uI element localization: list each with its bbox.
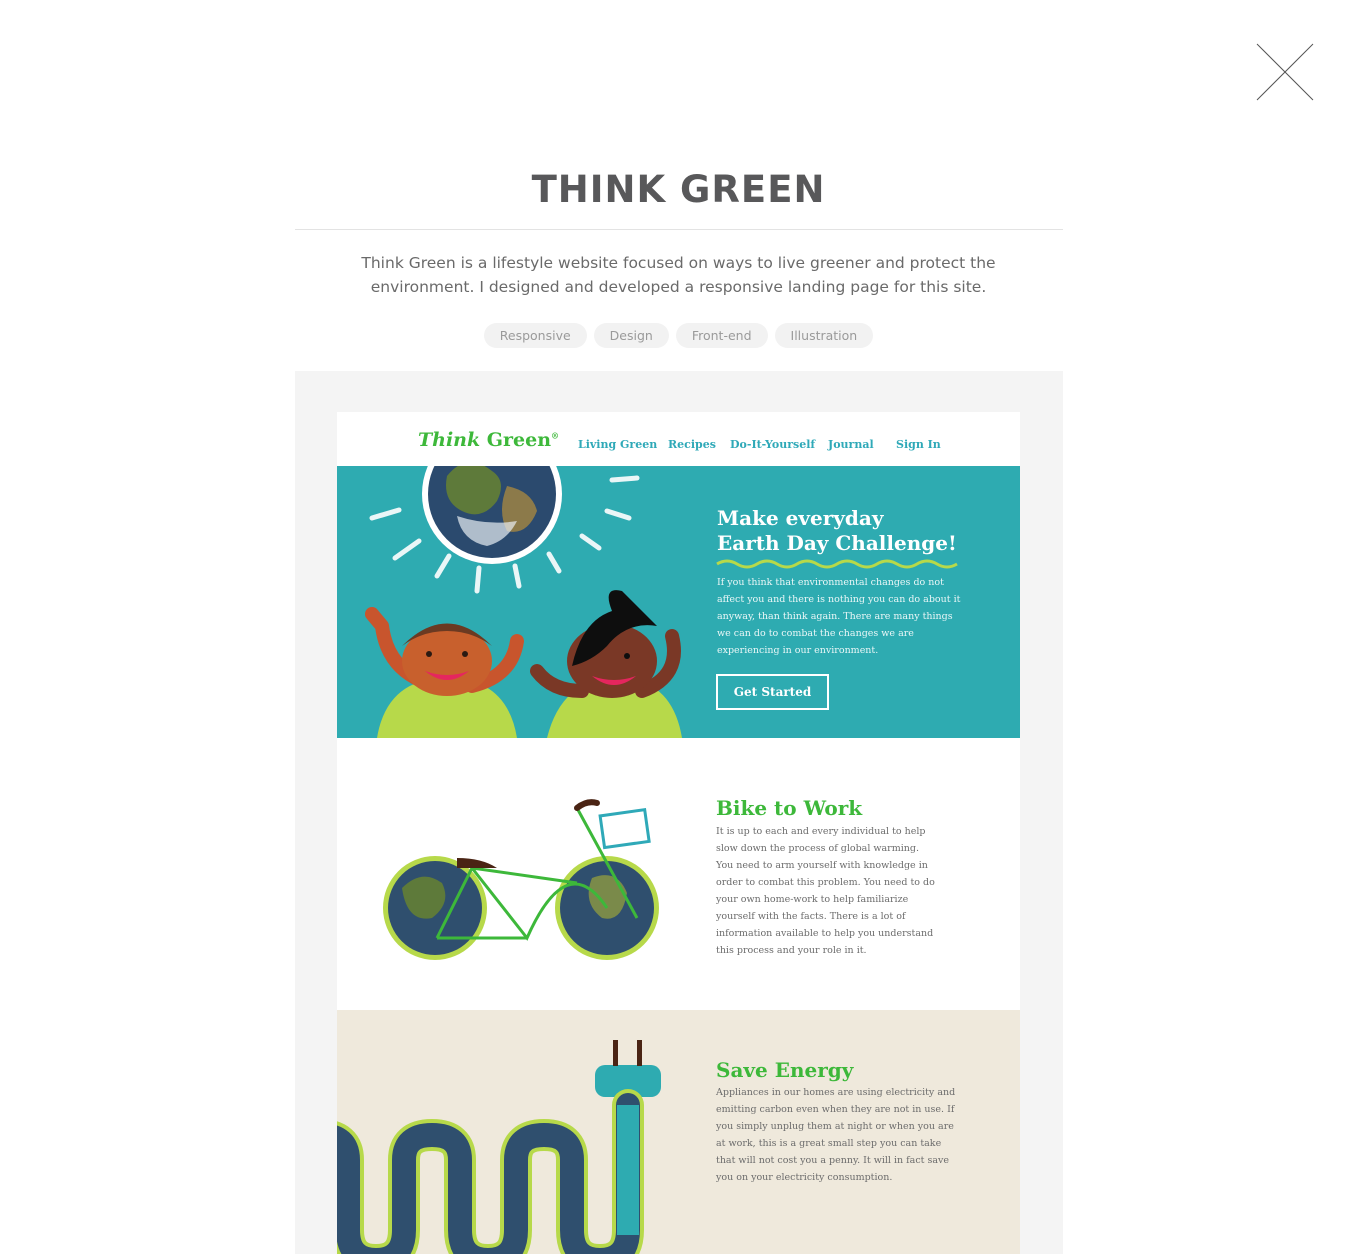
page-title: THINK GREEN [531, 168, 826, 211]
bike-illustration [383, 799, 659, 960]
nav-recipes[interactable]: Recipes [668, 438, 716, 451]
hero-text: If you think that environmental changes … [717, 577, 961, 656]
energy-title: Save Energy [716, 1058, 854, 1082]
close-button[interactable] [1255, 42, 1315, 102]
tag-illustration: Illustration [774, 323, 874, 348]
tag-list: Responsive Design Front-end Illustration [0, 323, 1357, 348]
nav-journal[interactable]: Journal [828, 438, 874, 451]
tag-front-end: Front-end [675, 323, 768, 348]
tag-responsive: Responsive [483, 323, 587, 348]
get-started-button[interactable]: Get Started [716, 674, 829, 710]
bike-section: Bike to Work It is up to each and every … [337, 738, 1020, 1010]
plug-cord-illustration [337, 1040, 661, 1254]
nav-diy[interactable]: Do-It-Yourself [730, 438, 815, 451]
logo-green: Green [486, 429, 552, 451]
site-navbar: Think Green® Living Green Recipes Do-It-… [337, 412, 1020, 466]
energy-section: Save Energy Appliances in our homes are … [337, 1010, 1020, 1254]
energy-text: Appliances in our homes are using electr… [716, 1087, 956, 1183]
hero-title-line2: Earth Day Challenge! [717, 531, 957, 555]
nav-living-green[interactable]: Living Green [578, 438, 657, 451]
site-logo[interactable]: Think Green® [418, 429, 559, 451]
site-screenshot: Think Green® Living Green Recipes Do-It-… [337, 412, 1020, 1254]
close-icon [1256, 43, 1314, 101]
nav-sign-in[interactable]: Sign In [896, 438, 941, 451]
hero-title-line1: Make everyday [717, 506, 884, 530]
bike-text: It is up to each and every individual to… [716, 826, 935, 956]
bike-title: Bike to Work [716, 796, 863, 820]
logo-think: Think [418, 429, 481, 451]
logo-mark: ® [551, 430, 560, 441]
title-divider [295, 229, 1063, 230]
hero-title: Make everyday Earth Day Challenge! [717, 506, 997, 556]
project-description: Think Green is a lifestyle website focus… [361, 254, 996, 296]
squiggle-underline [716, 559, 958, 569]
hero-section: Make everyday Earth Day Challenge! If yo… [337, 466, 1020, 738]
tag-design: Design [593, 323, 669, 348]
project-preview: Think Green® Living Green Recipes Do-It-… [295, 371, 1063, 1254]
kids-earth-illustration [365, 466, 682, 738]
